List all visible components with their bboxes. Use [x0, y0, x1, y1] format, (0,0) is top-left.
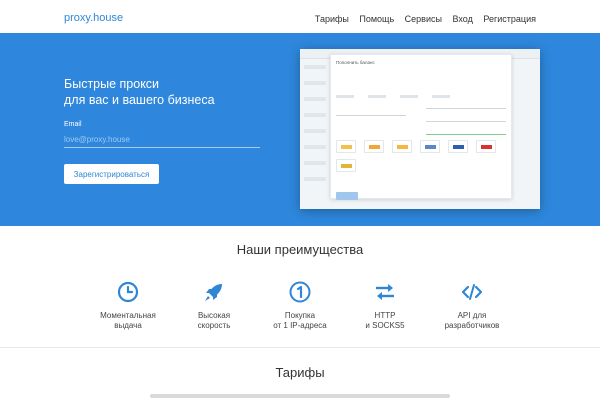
- feature-label-line2: и SOCKS5: [365, 321, 405, 330]
- code-icon: [461, 284, 483, 300]
- hero-section: Быстрые прокси для вас и вашего бизнеса …: [0, 33, 600, 226]
- feature-label-line1: API для: [457, 311, 487, 320]
- feature-single-ip: Покупка от 1 IP-адреса: [260, 280, 340, 331]
- mockup-payment-modal: Пополнить баланс: [330, 54, 512, 200]
- mockup-pay-method: [420, 140, 440, 153]
- app-screenshot-mockup: Пополнить баланс: [300, 49, 540, 209]
- feature-protocols: HTTP и SOCKS5: [345, 280, 425, 331]
- feature-label-line1: Высокая: [197, 311, 231, 320]
- nav-item-tariffs[interactable]: Тарифы: [315, 14, 349, 24]
- email-input[interactable]: [64, 132, 260, 148]
- mockup-pay-method: [448, 140, 468, 153]
- feature-label-line1: Моментальная: [100, 311, 156, 320]
- nav-item-login[interactable]: Вход: [452, 14, 472, 24]
- rocket-icon: [205, 284, 222, 301]
- mockup-pay-method: [476, 140, 496, 153]
- hero-title: Быстрые прокси для вас и вашего бизнеса: [64, 76, 264, 108]
- mockup-submit-button: [336, 192, 358, 200]
- mockup-pay-method: [392, 140, 412, 153]
- clock-icon: [117, 281, 139, 303]
- swap-arrows-icon: [376, 284, 394, 300]
- section-divider: [0, 347, 600, 348]
- hero-title-line1: Быстрые прокси: [64, 77, 160, 91]
- mockup-field: [426, 126, 506, 135]
- feature-api: API для разработчиков: [432, 280, 512, 331]
- feature-speed: Высокая скорость: [174, 280, 254, 331]
- mockup-pay-method: [336, 140, 356, 153]
- mockup-sidebar: [304, 65, 332, 193]
- feature-instant: Моментальная выдача: [88, 280, 168, 331]
- hero-title-line2: для вас и вашего бизнеса: [64, 93, 215, 107]
- tariffs-intro-text: [150, 394, 450, 398]
- feature-label-line1: HTTP: [374, 311, 396, 320]
- feature-label-line2: скорость: [197, 321, 231, 330]
- tariffs-title: Тарифы: [275, 365, 325, 380]
- nav-item-services[interactable]: Сервисы: [405, 14, 442, 24]
- nav-item-help[interactable]: Помощь: [359, 14, 394, 24]
- mockup-options-row: [336, 85, 508, 98]
- email-label: Email: [64, 121, 82, 128]
- feature-label-line2: разработчиков: [444, 321, 500, 330]
- feature-label-line2: от 1 IP-адреса: [273, 321, 327, 330]
- register-button[interactable]: Зарегистрироваться: [64, 164, 159, 184]
- feature-label-line2: выдача: [114, 321, 142, 330]
- nav-menu: Тарифы Помощь Сервисы Вход Регистрация: [307, 14, 536, 24]
- advantages-title: Наши преимущества: [236, 242, 364, 257]
- mockup-pay-method: [336, 159, 356, 172]
- nav-item-register[interactable]: Регистрация: [483, 14, 536, 24]
- logo-link[interactable]: proxy.house: [64, 12, 123, 24]
- top-nav: proxy.house Тарифы Помощь Сервисы Вход Р…: [0, 0, 600, 33]
- one-circle-icon: [289, 281, 311, 303]
- mockup-field: [426, 113, 506, 122]
- mockup-modal-title: Пополнить баланс: [336, 60, 375, 65]
- mockup-field: [336, 107, 406, 116]
- mockup-field: [426, 100, 506, 109]
- mockup-pay-method: [364, 140, 384, 153]
- feature-label-line1: Покупка: [284, 311, 316, 320]
